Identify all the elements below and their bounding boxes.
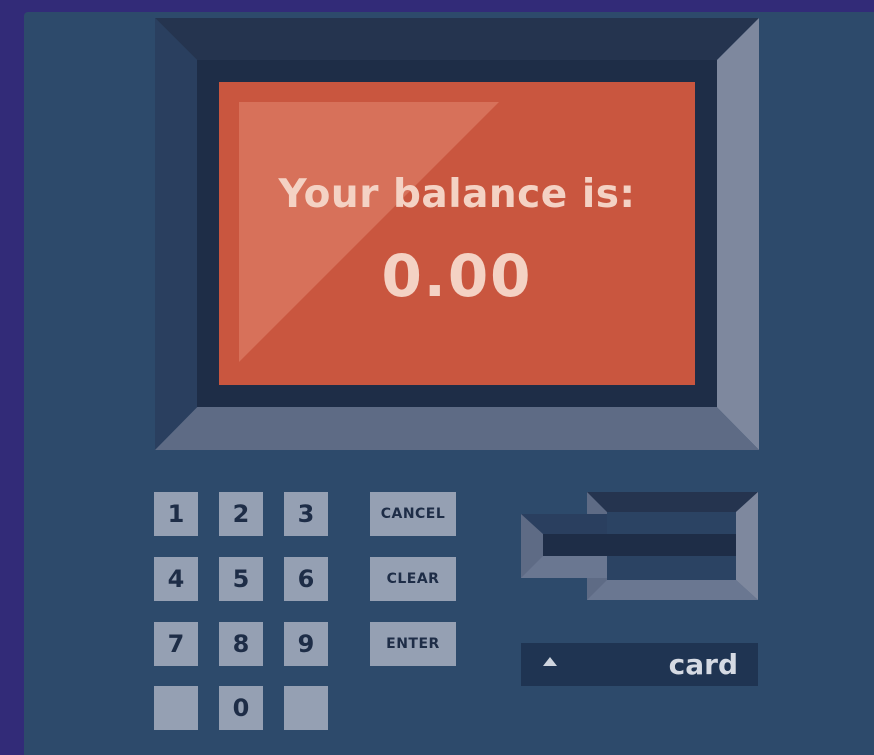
key-0[interactable]: 0 xyxy=(219,686,263,730)
screen-glare xyxy=(239,102,499,362)
atm-machine-body: Your balance is: 0.00 1 2 3 4 5 6 7 8 9 … xyxy=(24,12,874,755)
card-slot-graphic xyxy=(521,492,758,600)
card-label: card xyxy=(668,648,738,681)
balance-value: 0.00 xyxy=(381,242,533,310)
atm-screen: Your balance is: 0.00 xyxy=(219,82,695,385)
card-slot[interactable] xyxy=(521,492,761,602)
cancel-button[interactable]: CANCEL xyxy=(370,492,456,536)
key-3[interactable]: 3 xyxy=(284,492,328,536)
key-9[interactable]: 9 xyxy=(284,622,328,666)
key-2[interactable]: 2 xyxy=(219,492,263,536)
key-1[interactable]: 1 xyxy=(154,492,198,536)
balance-label: Your balance is: xyxy=(278,172,636,217)
card-label-bar: card xyxy=(521,643,758,686)
screen-bezel: Your balance is: 0.00 xyxy=(155,18,759,450)
key-4[interactable]: 4 xyxy=(154,557,198,601)
key-7[interactable]: 7 xyxy=(154,622,198,666)
key-5[interactable]: 5 xyxy=(219,557,263,601)
enter-button[interactable]: ENTER xyxy=(370,622,456,666)
key-blank-right[interactable] xyxy=(284,686,328,730)
triangle-up-icon xyxy=(543,657,557,666)
key-8[interactable]: 8 xyxy=(219,622,263,666)
clear-button[interactable]: CLEAR xyxy=(370,557,456,601)
key-blank-left[interactable] xyxy=(154,686,198,730)
key-6[interactable]: 6 xyxy=(284,557,328,601)
atm-illustration: Your balance is: 0.00 1 2 3 4 5 6 7 8 9 … xyxy=(0,0,874,755)
